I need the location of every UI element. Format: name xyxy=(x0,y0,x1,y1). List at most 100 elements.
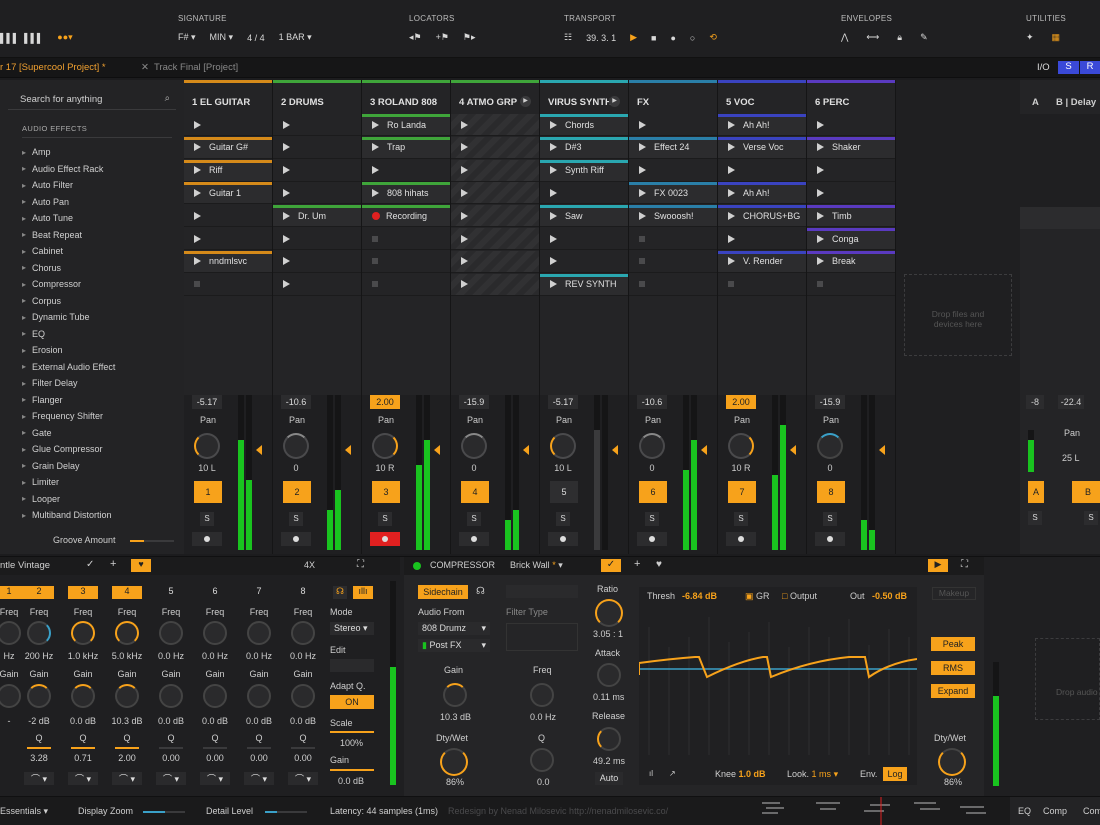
comp-gain-knob[interactable] xyxy=(443,683,467,707)
clip-stop-icon[interactable] xyxy=(372,281,378,288)
clip-slot[interactable] xyxy=(451,205,539,228)
clip-play-icon[interactable] xyxy=(728,143,735,152)
fader-handle[interactable] xyxy=(790,445,796,455)
clip-slot[interactable]: Timb xyxy=(807,205,895,228)
post-fx-select[interactable]: ▮ Post FX ▾ xyxy=(418,639,490,652)
clip-slot[interactable] xyxy=(362,160,450,182)
clip-stop-icon[interactable] xyxy=(639,258,645,265)
fader-handle[interactable] xyxy=(879,445,885,455)
clip-play-icon[interactable] xyxy=(639,120,646,129)
eq-heart-icon[interactable]: ♥ xyxy=(131,559,151,572)
clip-slot[interactable] xyxy=(273,182,361,205)
track-activator-button[interactable]: 8 xyxy=(817,481,845,503)
pan-knob[interactable] xyxy=(728,433,754,459)
pan-knob[interactable] xyxy=(372,433,398,459)
envelope-icon[interactable]: ⋀ xyxy=(841,32,848,43)
return-b-solo[interactable]: S xyxy=(1084,511,1098,525)
clip-play-icon[interactable] xyxy=(550,257,557,266)
eq-band-toggle[interactable]: 4 xyxy=(112,586,142,599)
eq-gain-knob[interactable] xyxy=(203,684,227,708)
solo-button[interactable]: S xyxy=(200,512,214,526)
tracks-icon[interactable]: ▌▌▌ ▌▌▌ xyxy=(0,33,43,43)
clip-slot[interactable] xyxy=(807,114,895,136)
clip-play-icon[interactable] xyxy=(194,166,201,175)
clip-slot[interactable] xyxy=(184,228,272,250)
comp-preset[interactable]: Brick Wall * ▾ xyxy=(510,560,563,571)
clip-slot[interactable] xyxy=(451,136,539,159)
track-header[interactable]: 3 ROLAND 808 xyxy=(362,80,450,114)
comp-heart-icon[interactable]: ♥ xyxy=(656,559,662,570)
return-a-solo[interactable]: S xyxy=(1028,511,1042,525)
effect-item[interactable]: Flanger xyxy=(22,392,172,409)
headphones-icon[interactable]: ☊ xyxy=(333,586,347,599)
clip-stop-icon[interactable] xyxy=(372,235,378,242)
clip-play-icon[interactable] xyxy=(550,234,557,243)
eq-band-toggle[interactable]: 3 xyxy=(68,586,98,599)
effect-item[interactable]: Filter Delay xyxy=(22,375,172,392)
clip-slot[interactable] xyxy=(273,160,361,182)
scale-slider[interactable] xyxy=(330,731,374,733)
eq-freq-knob[interactable] xyxy=(291,621,315,645)
clip-slot[interactable] xyxy=(718,160,806,182)
play-icon[interactable]: ▶ xyxy=(630,32,637,43)
effect-item[interactable]: EQ xyxy=(22,326,172,343)
clip-slot[interactable] xyxy=(629,114,717,136)
stop-icon[interactable]: ■ xyxy=(651,33,656,43)
position-display[interactable]: 39. 3. 1 xyxy=(586,33,616,43)
eq-band-toggle[interactable]: 7 xyxy=(244,586,274,599)
loop-toggle-icon[interactable]: ⟲ xyxy=(709,32,717,43)
clip-play-icon[interactable] xyxy=(639,166,646,175)
return-b-button[interactable]: B xyxy=(1072,481,1100,503)
clip-play-icon[interactable] xyxy=(550,120,557,129)
adapt-q-toggle[interactable]: ON xyxy=(330,695,374,709)
eq-gain-knob[interactable] xyxy=(27,684,51,708)
effect-item[interactable]: Auto Filter xyxy=(22,177,172,194)
scale-select[interactable]: MIN ▾ xyxy=(210,32,234,43)
pan-knob[interactable] xyxy=(817,433,843,459)
clip-play-icon[interactable] xyxy=(461,280,468,289)
clip-play-icon[interactable] xyxy=(728,211,735,220)
clip-slot[interactable]: Shaker xyxy=(807,136,895,159)
clip-slot[interactable]: Ah Ah! xyxy=(718,114,806,136)
track-activator-button[interactable]: 4 xyxy=(461,481,489,503)
clip-play-icon[interactable] xyxy=(639,188,646,197)
clip-slot[interactable]: Effect 24 xyxy=(629,136,717,159)
eq-filter-type-select[interactable]: ⌒ ▾ xyxy=(68,772,98,785)
clip-slot[interactable] xyxy=(807,274,895,296)
clip-stop-icon[interactable] xyxy=(817,281,823,288)
clip-slot[interactable] xyxy=(273,274,361,296)
comp-power-icon[interactable] xyxy=(413,562,421,570)
clip-play-icon[interactable] xyxy=(283,211,290,220)
track-activator-button[interactable]: 1 xyxy=(194,481,222,503)
track-activator-button[interactable]: 6 xyxy=(639,481,667,503)
clip-slot[interactable] xyxy=(807,160,895,182)
eq-freq-knob[interactable] xyxy=(247,621,271,645)
env-log-toggle[interactable]: Log xyxy=(883,767,907,781)
view-buttons[interactable]: ▌▌▌ ▌▌▌ ●●▾ xyxy=(0,32,73,43)
effect-item[interactable]: Auto Pan xyxy=(22,194,172,211)
arm-button[interactable] xyxy=(370,532,400,546)
clip-slot[interactable] xyxy=(540,251,628,273)
loop-icon[interactable]: ●●▾ xyxy=(57,32,72,43)
clip-slot[interactable]: D#3 xyxy=(540,136,628,159)
clip-slot[interactable] xyxy=(540,228,628,250)
comp-add-icon[interactable]: + xyxy=(634,558,640,570)
effect-item[interactable]: Beat Repeat xyxy=(22,227,172,244)
clip-play-icon[interactable] xyxy=(550,280,557,289)
eq-zoom[interactable]: 4X xyxy=(304,560,315,570)
clip-play-icon[interactable] xyxy=(461,234,468,243)
track-activator-button[interactable]: 7 xyxy=(728,481,756,503)
track-volume[interactable]: -10.6 xyxy=(637,395,667,409)
clip-slot[interactable] xyxy=(362,251,450,273)
pencil-icon[interactable]: ✎ xyxy=(920,32,928,43)
filter-type-buttons[interactable] xyxy=(506,623,578,651)
eq-freq-knob[interactable] xyxy=(159,621,183,645)
spectrum-icon[interactable]: ıllı xyxy=(353,586,373,599)
pan-knob[interactable] xyxy=(283,433,309,459)
clip-play-icon[interactable] xyxy=(283,166,290,175)
arm-button[interactable] xyxy=(281,532,311,546)
ratio-knob[interactable] xyxy=(595,599,623,627)
eq-q-slider[interactable] xyxy=(159,747,183,749)
effect-item[interactable]: Gate xyxy=(22,425,172,442)
clip-slot[interactable] xyxy=(184,114,272,136)
